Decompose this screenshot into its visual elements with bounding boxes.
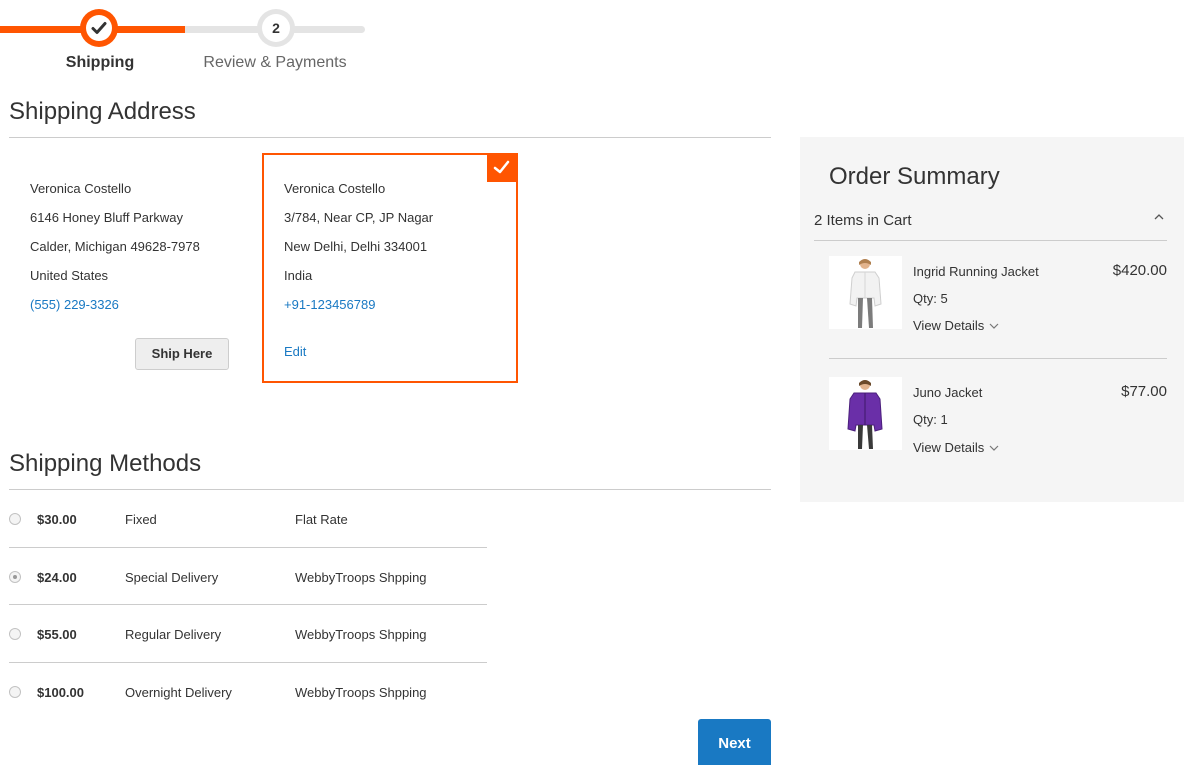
address-street: 6146 Honey Bluff Parkway: [30, 210, 183, 225]
item-qty: Qty: 5: [913, 291, 948, 306]
next-button[interactable]: Next: [698, 719, 771, 765]
chevron-down-icon: [988, 441, 1000, 456]
divider: [9, 489, 771, 490]
white-jacket-product-icon[interactable]: [829, 256, 902, 329]
address-street: 3/784, Near CP, JP Nagar: [284, 210, 434, 225]
chevron-down-icon: [988, 319, 1000, 334]
address-phone[interactable]: +91-123456789: [284, 290, 504, 319]
view-details-label: View Details: [913, 318, 985, 333]
shipping-methods-title: Shipping Methods: [9, 450, 202, 477]
divider: [829, 358, 1167, 359]
step-review-label: Review & Payments: [203, 54, 347, 71]
view-details-label: View Details: [913, 440, 985, 455]
method-price: $30.00: [37, 512, 77, 527]
shipping-method-radio[interactable]: [9, 628, 21, 640]
address-card-selected-content: Veronica Costello 3/784, Near CP, JP Nag…: [284, 174, 504, 319]
address-name: Veronica Costello: [284, 181, 386, 196]
method-title: Special Delivery: [125, 570, 219, 585]
ship-here-button[interactable]: Ship Here: [135, 338, 229, 370]
method-carrier: Flat Rate: [295, 512, 348, 527]
item-price: $77.00: [1121, 383, 1167, 400]
view-details-toggle[interactable]: View Details: [913, 440, 1000, 456]
address-city: New Delhi, Delhi 334001: [284, 239, 428, 254]
address-phone[interactable]: (555) 229-3326: [30, 290, 250, 319]
item-name: Ingrid Running Jacket: [913, 264, 1039, 279]
method-price: $100.00: [37, 685, 84, 700]
order-summary-title: Order Summary: [829, 163, 1000, 190]
items-in-cart-toggle[interactable]: 2 Items in Cart: [814, 212, 912, 229]
view-details-toggle[interactable]: View Details: [913, 318, 1000, 334]
row-divider: [9, 604, 487, 605]
address-country: India: [284, 268, 313, 283]
method-carrier: WebbyTroops Shpping: [295, 627, 427, 642]
address-city: Calder, Michigan 49628-7978: [30, 239, 200, 254]
step-review-circle: 2: [257, 9, 295, 47]
step-shipping-circle[interactable]: [80, 9, 118, 47]
method-carrier: WebbyTroops Shpping: [295, 685, 427, 700]
method-title: Fixed: [125, 512, 157, 527]
address-country: United States: [30, 268, 109, 283]
method-carrier: WebbyTroops Shpping: [295, 570, 427, 585]
method-price: $24.00: [37, 570, 77, 585]
item-name: Juno Jacket: [913, 385, 983, 400]
item-qty: Qty: 1: [913, 412, 948, 427]
checkmark-icon: [86, 15, 112, 41]
row-divider: [9, 662, 487, 663]
shipping-method-radio-selected[interactable]: [9, 571, 21, 583]
row-divider: [9, 547, 487, 548]
purple-jacket-product-icon[interactable]: [829, 377, 902, 450]
address-card: Veronica Costello 6146 Honey Bluff Parkw…: [30, 174, 250, 319]
edit-address-link[interactable]: Edit: [284, 337, 306, 366]
shipping-method-radio[interactable]: [9, 686, 21, 698]
divider: [9, 137, 771, 138]
method-title: Overnight Delivery: [125, 685, 232, 700]
step-number: 2: [262, 14, 290, 42]
method-title: Regular Delivery: [125, 627, 222, 642]
method-price: $55.00: [37, 627, 77, 642]
item-price: $420.00: [1112, 262, 1167, 279]
address-name: Veronica Costello: [30, 181, 132, 196]
step-shipping-label[interactable]: Shipping: [62, 54, 138, 72]
chevron-up-icon[interactable]: [1153, 210, 1165, 228]
divider: [814, 240, 1167, 241]
shipping-method-radio[interactable]: [9, 513, 21, 525]
shipping-address-title: Shipping Address: [9, 98, 196, 125]
